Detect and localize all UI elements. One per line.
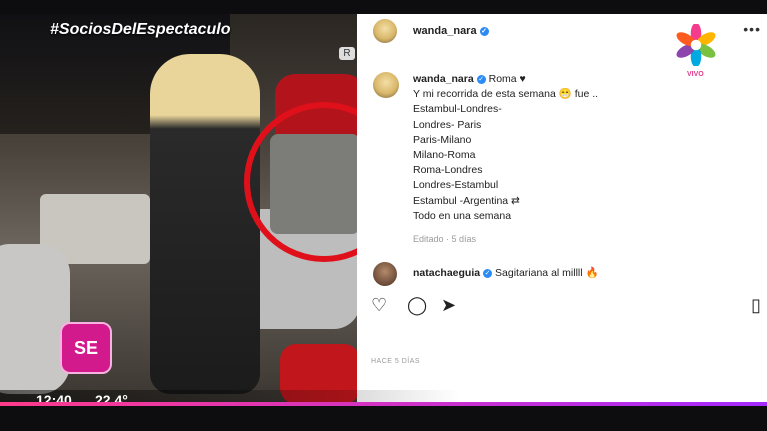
- caption-line: Milano-Roma: [413, 149, 476, 162]
- post-photo: R: [0, 14, 360, 402]
- verified-icon: ✓: [476, 74, 486, 84]
- caption-line: Londres-Estambul: [413, 179, 499, 192]
- share-icon[interactable]: ➤: [441, 295, 456, 316]
- caption-avatar[interactable]: [373, 72, 399, 98]
- caption-line: Paris-Milano: [413, 133, 472, 146]
- post-actions: ♡ ◯ ➤ ▯: [371, 295, 761, 317]
- comment-text: Sagitariana al millll 🔥: [495, 267, 599, 279]
- comment-username[interactable]: natachaeguia: [413, 267, 480, 279]
- caption-line: Londres- Paris: [413, 118, 482, 131]
- caption-author[interactable]: wanda_nara: [413, 73, 474, 85]
- seat-left: [0, 244, 70, 394]
- top-letterbox: [0, 0, 767, 14]
- caption-line: Estambul-Londres-: [413, 103, 502, 116]
- channel-logo-icon: [676, 24, 716, 66]
- caption-line: Y mi recorrida de esta semana 😁 fue ..: [413, 88, 599, 101]
- caption-line: Todo en una semana: [413, 209, 512, 222]
- header-username[interactable]: wanda_nara ✓: [413, 25, 489, 37]
- bottom-letterbox: [0, 402, 767, 431]
- caption-location[interactable]: Roma ♥: [489, 73, 526, 85]
- caption-line: Roma-Londres: [413, 164, 483, 177]
- person-figure: [150, 54, 260, 394]
- header-avatar[interactable]: [373, 19, 397, 43]
- show-logo: SE: [60, 322, 112, 374]
- bookmark-icon[interactable]: ▯: [751, 295, 761, 316]
- tv-frame: R #SociosDelEspectaculo SE wanda_nara ✓ •…: [0, 0, 767, 431]
- show-hashtag: #SociosDelEspectaculo: [50, 21, 231, 38]
- caption-first-line: wanda_nara ✓ Roma ♥: [413, 72, 598, 87]
- seat-badge: R: [339, 47, 355, 60]
- vivo-label: VIVO: [687, 71, 704, 78]
- caption-line: Estambul -Argentina ⇄: [413, 194, 520, 207]
- heart-icon[interactable]: ♡: [371, 295, 387, 316]
- post-caption: wanda_nara ✓ Roma ♥ Y mi recorrida de est…: [413, 72, 598, 224]
- instagram-post-panel: wanda_nara ✓ ••• VIVO wanda_nara ✓ Roma ♥: [357, 14, 767, 402]
- comment-avatar[interactable]: [373, 262, 397, 286]
- verified-icon: ✓: [483, 268, 493, 278]
- more-options-icon[interactable]: •••: [743, 21, 761, 37]
- comment-icon[interactable]: ◯: [407, 295, 427, 316]
- verified-icon: ✓: [479, 26, 489, 36]
- comment: natachaeguia ✓ Sagitariana al millll 🔥: [413, 266, 599, 279]
- post-time-ago: HACE 5 DÍAS: [371, 358, 421, 365]
- edited-timestamp: Editado · 5 días: [413, 234, 477, 244]
- brand-stripe: [0, 402, 767, 406]
